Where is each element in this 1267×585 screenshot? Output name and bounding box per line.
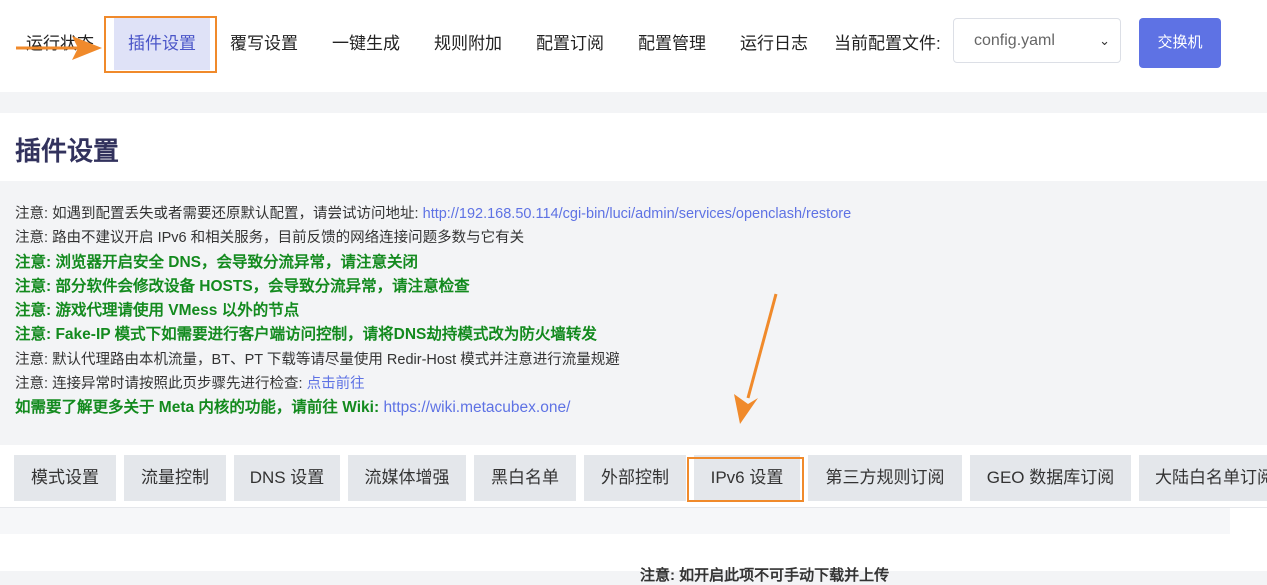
notes-list: 注意: 如遇到配置丢失或者需要还原默认配置，请尝试访问地址: http://19… xyxy=(15,202,1255,421)
note-prefix: 注意: xyxy=(15,351,53,368)
note-item: 如需要了解更多关于 Meta 内核的功能，请前往 Wiki: https://w… xyxy=(15,396,1255,420)
note-text: 默认代理路由本机流量，BT、PT 下载等请尽量使用 Redir-Host 模式并… xyxy=(52,351,620,368)
tab-traffic-control[interactable]: 流量控制 xyxy=(124,455,226,501)
note-text: 游戏代理请使用 VMess 以外的节点 xyxy=(55,302,300,320)
check-steps-link[interactable]: 点击前往 xyxy=(307,376,365,392)
note-prefix: 注意: xyxy=(15,302,56,320)
note-prefix: 注意: xyxy=(15,326,56,344)
chevron-down-icon: ⌄ xyxy=(1099,33,1110,48)
nav-item-override[interactable]: 覆写设置 xyxy=(230,18,298,70)
note-text: 如遇到配置丢失或者需要还原默认配置，请尝试访问地址: xyxy=(52,206,423,222)
switch-button[interactable]: 交换机 xyxy=(1139,18,1221,68)
tab-third-party-rules[interactable]: 第三方规则订阅 xyxy=(808,455,962,501)
tab-china-whitelist[interactable]: 大陆白名单订阅 xyxy=(1139,455,1267,501)
note-item: 注意: 部分软件会修改设备 HOSTS，会导致分流异常，请注意检查 xyxy=(15,275,1255,299)
nav-item-one-click[interactable]: 一键生成 xyxy=(332,18,400,70)
note-item: 注意: 路由不建议开启 IPv6 和相关服务，目前反馈的网络连接问题多数与它有关 xyxy=(15,226,1255,250)
tab-blacklist-whitelist[interactable]: 黑白名单 xyxy=(474,455,576,501)
note-prefix: 注意: xyxy=(15,253,56,271)
settings-tabs: 模式设置 流量控制 DNS 设置 流媒体增强 黑白名单 外部控制 IPv6 设置… xyxy=(0,445,1267,507)
restore-link[interactable]: http://192.168.50.114/cgi-bin/luci/admin… xyxy=(423,206,852,222)
tab-streaming[interactable]: 流媒体增强 xyxy=(348,455,466,501)
tab-geo-database[interactable]: GEO 数据库订阅 xyxy=(970,455,1131,501)
note-item: 注意: 连接异常时请按照此页步骤先进行检查: 点击前往 xyxy=(15,372,1255,396)
note-prefix: 注意: xyxy=(15,376,53,393)
panel-note-text: 注意: 如开启此项不可手动下载并上传 xyxy=(640,567,890,584)
note-text: 如需要了解更多关于 Meta 内核的功能，请前往 Wiki: xyxy=(15,399,384,417)
note-prefix: 注意: xyxy=(15,277,56,295)
top-nav: 运行状态 插件设置 覆写设置 一键生成 规则附加 配置订阅 配置管理 运行日志 … xyxy=(0,0,1267,92)
nav-item-rule-append[interactable]: 规则附加 xyxy=(434,18,502,70)
wiki-link[interactable]: https://wiki.metacubex.one/ xyxy=(383,399,570,416)
tab-dns[interactable]: DNS 设置 xyxy=(234,455,340,501)
note-item: 注意: 默认代理路由本机流量，BT、PT 下载等请尽量使用 Redir-Host… xyxy=(15,348,1255,372)
note-text: Fake-IP 模式下如需要进行客户端访问控制，请将DNS劫持模式改为防火墙转发 xyxy=(55,326,597,344)
nav-item-logs[interactable]: 运行日志 xyxy=(740,18,808,70)
nav-item-status[interactable]: 运行状态 xyxy=(26,18,94,70)
nav-item-plugin-settings[interactable]: 插件设置 xyxy=(114,18,210,70)
config-file-label: 当前配置文件: xyxy=(834,34,941,53)
note-text: 部分软件会修改设备 HOSTS，会导致分流异常，请注意检查 xyxy=(55,277,470,295)
note-item: 注意: 游戏代理请使用 VMess 以外的节点 xyxy=(15,299,1255,323)
panel-strip xyxy=(0,508,1230,534)
nav-item-subscription[interactable]: 配置订阅 xyxy=(536,18,604,70)
note-text: 连接异常时请按照此页步骤先进行检查: xyxy=(52,376,307,393)
tab-external-control[interactable]: 外部控制 xyxy=(584,455,686,501)
note-item: 注意: 浏览器开启安全 DNS，会导致分流异常，请注意关闭 xyxy=(15,251,1255,275)
config-file-value: config.yaml xyxy=(974,32,1055,49)
note-item: 注意: Fake-IP 模式下如需要进行客户端访问控制，请将DNS劫持模式改为防… xyxy=(15,323,1255,347)
config-file-select[interactable]: config.yaml ⌄ xyxy=(953,18,1121,63)
section-header: 插件设置 xyxy=(0,113,1267,181)
note-text: 浏览器开启安全 DNS，会导致分流异常，请注意关闭 xyxy=(55,253,419,271)
note-prefix: 注意: xyxy=(15,206,53,222)
page-title: 插件设置 xyxy=(15,136,120,166)
tab-ipv6[interactable]: IPv6 设置 xyxy=(694,455,800,501)
note-text: 路由不建议开启 IPv6 和相关服务，目前反馈的网络连接问题多数与它有关 xyxy=(52,230,525,247)
note-item: 注意: 如遇到配置丢失或者需要还原默认配置，请尝试访问地址: http://19… xyxy=(15,202,1255,226)
note-prefix: 注意: xyxy=(15,230,53,247)
content-panel: 注意: 如开启此项不可手动下载并上传 xyxy=(0,507,1267,584)
tab-mode[interactable]: 模式设置 xyxy=(14,455,116,501)
nav-item-config-manage[interactable]: 配置管理 xyxy=(638,18,706,70)
